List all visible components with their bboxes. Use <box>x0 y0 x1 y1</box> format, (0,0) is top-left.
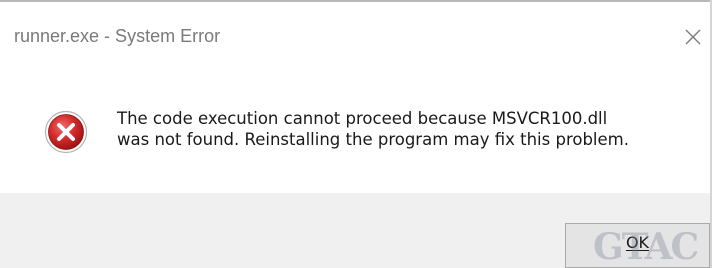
ok-button[interactable]: OK <box>565 223 710 268</box>
error-message-line-2: was not found. Reinstalling the program … <box>117 130 629 149</box>
dialog-footer: OK <box>0 193 710 268</box>
error-message-line-1: The code execution cannot proceed becaus… <box>117 109 608 128</box>
dialog-content: The code execution cannot proceed becaus… <box>0 64 710 193</box>
error-message: The code execution cannot proceed becaus… <box>117 108 629 150</box>
title-bar[interactable]: runner.exe - System Error <box>0 2 710 64</box>
close-icon <box>678 22 706 50</box>
close-button[interactable] <box>678 22 706 50</box>
window-title: runner.exe - System Error <box>14 26 221 46</box>
error-icon <box>44 110 88 154</box>
ok-button-label: OK <box>625 233 650 252</box>
system-error-dialog: runner.exe - System Error The code execu… <box>0 0 712 268</box>
